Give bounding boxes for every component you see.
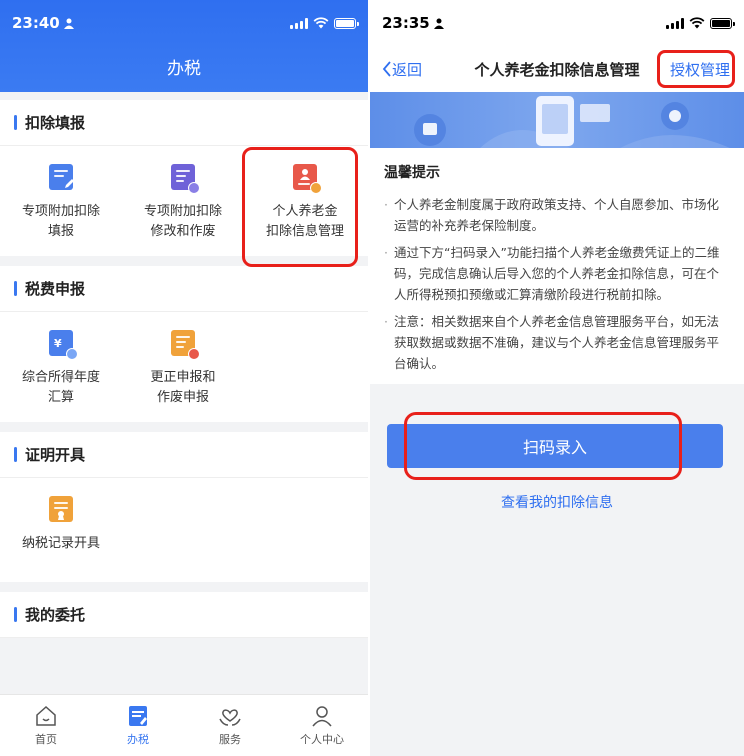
back-button[interactable]: 返回	[370, 59, 450, 80]
notice-item: 注意：相关数据来自个人养老金信息管理服务平台，如无法获取数据或数据不准确，建议与…	[384, 311, 730, 374]
check-badge-icon	[66, 348, 78, 360]
user-icon	[312, 706, 332, 727]
item-label-line2: 汇算	[47, 390, 74, 405]
section-header: 证明开具	[0, 432, 368, 478]
tab-label: 服务	[219, 733, 241, 746]
back-label: 返回	[392, 60, 423, 79]
item-label-line2: 填报	[47, 224, 74, 239]
tab-service[interactable]: 服务	[184, 695, 276, 756]
section-tax-filing: 税费申报 ¥ 综合所得年度 汇算 更正申报和 作废申报	[0, 266, 368, 422]
notice-title: 温馨提示	[384, 165, 440, 181]
tab-label: 个人中心	[300, 733, 344, 746]
tab-bar: 首页 办税 服务 个人中心	[0, 694, 368, 756]
person-icon	[433, 18, 444, 29]
view-deduction-info-link[interactable]: 查看我的扣除信息	[370, 492, 744, 512]
gear-icon	[188, 182, 200, 194]
item-label-line2: 修改和作废	[150, 224, 216, 239]
tab-label: 办税	[127, 733, 149, 746]
tab-label: 首页	[35, 733, 57, 746]
tab-profile[interactable]: 个人中心	[276, 695, 368, 756]
banner-art	[414, 96, 730, 148]
item-label-line1: 更正申报和	[150, 370, 216, 385]
section-accent-bar	[14, 281, 17, 296]
status-bar: 23:40	[0, 0, 368, 46]
item-label-line1: 专项附加扣除	[21, 204, 100, 219]
status-time-text: 23:35	[382, 14, 430, 32]
signal-icon	[290, 17, 308, 29]
highlight-box	[242, 147, 358, 267]
heart-hands-icon	[219, 709, 241, 726]
section-title: 证明开具	[25, 446, 86, 464]
section-title: 我的委托	[25, 606, 86, 624]
status-icons	[290, 17, 359, 29]
wifi-icon	[313, 17, 329, 29]
wifi-icon	[689, 17, 705, 29]
certificate-icon	[49, 496, 73, 522]
item-label-line1: 专项附加扣除	[143, 204, 222, 219]
left-screen: 23:40 办税 扣除填报 专项附加扣除 填报 专项附加扣除 修改和作废 个人养…	[0, 0, 368, 756]
notice-item: 通过下方“扫码录入”功能扫描个人养老金缴费凭证上的二维码，完成信息确认后导入您的…	[384, 242, 730, 305]
page-title: 办税	[167, 59, 201, 79]
status-time: 23:40	[12, 14, 74, 32]
section-grid: 纳税记录开具	[0, 478, 368, 582]
notice-item: 个人养老金制度属于政府政策支持、个人自愿参加、市场化运营的补充养老保险制度。	[384, 194, 730, 236]
tab-home[interactable]: 首页	[0, 695, 92, 756]
section-accent-bar	[14, 607, 17, 622]
section-accent-bar	[14, 447, 17, 462]
battery-icon	[334, 17, 359, 29]
section-grid: ¥ 综合所得年度 汇算 更正申报和 作废申报	[0, 312, 368, 422]
banner-illustration	[370, 92, 744, 148]
item-correct-cancel-filing[interactable]: 更正申报和 作废申报	[122, 330, 244, 408]
status-time-text: 23:40	[12, 14, 60, 32]
status-icons	[666, 17, 735, 29]
doc-cancel-icon	[171, 330, 200, 360]
right-screen: 23:35 返回 个人养老金扣除信息管理 授权管理 温馨提示 · 个人养老金制度…	[370, 0, 744, 756]
item-special-deduction-modify[interactable]: 专项附加扣除 修改和作废	[122, 164, 244, 242]
item-label-line2: 作废申报	[156, 390, 209, 405]
section-header: 扣除填报	[0, 100, 368, 146]
section-accent-bar	[14, 115, 17, 130]
notice-panel: 温馨提示 个人养老金制度属于政府政策支持、个人自愿参加、市场化运营的补充养老保险…	[370, 148, 744, 384]
section-header: 税费申报	[0, 266, 368, 312]
signal-icon	[666, 17, 684, 29]
tax-doc-icon	[129, 706, 147, 726]
item-special-deduction-fill[interactable]: 专项附加扣除 填报	[0, 164, 122, 242]
item-annual-settlement[interactable]: ¥ 综合所得年度 汇算	[0, 330, 122, 408]
tab-tax[interactable]: 办税	[92, 695, 184, 756]
highlight-box	[657, 50, 735, 88]
person-icon	[63, 18, 74, 29]
highlight-box	[404, 412, 682, 480]
status-time: 23:35	[382, 14, 444, 32]
chevron-left-icon	[382, 61, 391, 77]
item-tax-record[interactable]: 纳税记录开具	[0, 496, 122, 554]
item-label-line1: 综合所得年度	[21, 370, 100, 385]
edit-doc-icon	[49, 164, 74, 190]
section-my-delegation: 我的委托	[0, 592, 368, 638]
status-bar: 23:35	[370, 0, 744, 46]
section-title: 扣除填报	[25, 114, 86, 132]
section-header: 我的委托	[0, 592, 368, 638]
left-header: 23:40 办税	[0, 0, 368, 92]
section-title: 税费申报	[25, 280, 86, 298]
item-label-line1: 纳税记录开具	[21, 536, 100, 551]
battery-icon	[710, 17, 735, 29]
close-badge-icon	[188, 348, 200, 360]
home-icon	[36, 705, 56, 726]
doc-settings-icon	[171, 164, 200, 194]
tax-calc-icon: ¥	[49, 330, 78, 360]
section-certificates: 证明开具 纳税记录开具	[0, 432, 368, 582]
